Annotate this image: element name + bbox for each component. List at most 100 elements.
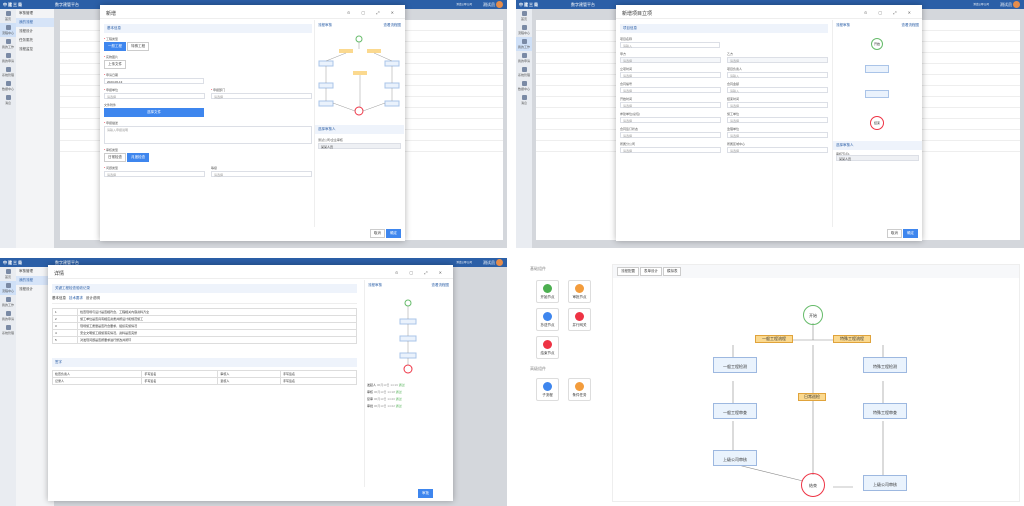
user-name[interactable]: 测试员 [483,260,495,266]
palette-task[interactable]: 条件任务 [568,378,591,401]
mode-monthly[interactable]: 月度检查 [127,153,150,162]
desc-textarea[interactable]: 请输入申报说明 [104,126,312,144]
palette-end[interactable]: 结束节点 [536,336,559,359]
nav-flow[interactable]: 流程中心 [0,281,16,295]
palette-cc[interactable]: 抄送节点 [536,308,559,331]
approve-button[interactable]: 审批 [418,489,433,498]
upload-button[interactable]: 上传文件 [104,60,126,69]
nav-home[interactable]: 首页 [516,9,532,23]
designer-canvas[interactable]: 流程配置 表单设计 模拟表 开始 一般工程流程 特殊工程流程 日常巡检 一般工程… [612,264,1020,502]
avatar[interactable] [1013,1,1020,8]
sign-field[interactable]: 手写签名 [141,370,219,378]
submenu-item[interactable]: 我的流程 [16,18,54,27]
brand-logo: 中建三局 [3,2,23,7]
select-file-button[interactable]: 选择文件 [104,108,204,117]
unit-select[interactable]: 请选择 [104,93,205,99]
form-label: 监理单位 [727,127,740,131]
sign-field[interactable]: 手写签名 [279,370,357,378]
org-switch[interactable]: 测试公司/公司 [456,2,472,6]
node-parent-review-right[interactable]: 上级公司审核 [863,475,907,491]
nav-work[interactable]: 我的工作 [0,37,16,51]
nav-sys[interactable]: 系统管理 [0,323,16,337]
tab-flow[interactable]: 流程审核 [318,23,332,27]
node-special-check[interactable]: 特殊工程检测 [863,357,907,373]
confirm-button[interactable]: 确定 [903,229,918,238]
branch-special[interactable]: 特殊工程流程 [833,335,871,343]
nav-apply[interactable]: 我的申请 [0,309,16,323]
tab-design[interactable]: 设计说明 [86,296,100,300]
nav-home[interactable]: 首页 [0,267,16,281]
table-cell: 3 [52,322,79,330]
palette-approve[interactable]: 审批节点 [568,280,591,303]
node-parent-review-left[interactable]: 上级公司审核 [713,450,757,466]
approver-select[interactable]: 某某人员 [836,155,919,161]
avatar[interactable] [496,1,503,8]
nav-msg[interactable]: 消息 [516,93,532,107]
nav-sys[interactable]: 系统管理 [0,65,16,79]
view-flow-link[interactable]: 查看流程图 [432,283,450,288]
node-special-review[interactable]: 特殊工程审查 [863,403,907,419]
sign-field[interactable]: 手写签名 [279,377,357,385]
nav-work[interactable]: 我的工作 [516,37,532,51]
start-node[interactable]: 开始 [803,305,823,325]
approver-select[interactable]: 某某人员 [318,143,401,149]
submenu-item[interactable]: 任务委托 [16,36,54,45]
flow-pane: 流程审核 查看流程图 发起人 06月13日 14:16 通过 审核 06月13日 … [364,280,452,487]
window-controls[interactable]: ⊙ ▢ ⤢ ✕ [864,10,916,15]
tab-flow[interactable]: 流程审核 [836,23,850,27]
nav-home[interactable]: 首页 [0,9,16,23]
table-cell: 现场施工质量是否符合要求，组织实施情况 [77,322,357,330]
nav-msg[interactable]: 消息 [0,93,16,107]
tab-special[interactable]: 特殊工程 [127,42,150,51]
org-switch[interactable]: 测试公司/公司 [973,2,989,6]
tab-flow[interactable]: 流程审核 [368,283,382,287]
tab-basic[interactable]: 基本信息 [52,296,66,300]
cancel-button[interactable]: 取消 [886,229,902,238]
window-controls[interactable]: ⊙ ▢ ⤢ ✕ [347,10,399,15]
table-cell: 对发现问题是否按要求进行整改并闭环 [77,336,357,344]
branch-daily[interactable]: 日常巡检 [798,393,826,401]
form-field[interactable]: 请选择 [727,147,828,153]
user-name[interactable]: 测试员 [483,2,495,8]
nav-flow[interactable]: 流程中心 [0,23,16,37]
view-flow-link[interactable]: 查看流程图 [384,23,402,28]
section-basic: 基本信息 [104,24,312,33]
confirm-button[interactable]: 确定 [386,229,401,238]
node-general-check[interactable]: 一般工程检测 [713,357,757,373]
nav-flow[interactable]: 流程中心 [516,23,532,37]
org-switch[interactable]: 测试公司/公司 [456,260,472,264]
tab-tech[interactable]: 技术要求 [69,296,83,300]
tab-general[interactable]: 一般工程 [104,42,126,51]
palette-gateway[interactable]: 并行网关 [568,308,591,331]
palette-start[interactable]: 开始节点 [536,280,559,303]
nav-apply[interactable]: 我的申请 [516,51,532,65]
window-controls[interactable]: ⊙ ▢ ⤢ ✕ [395,270,447,275]
node-general-review[interactable]: 一般工程审查 [713,403,757,419]
avatar[interactable] [496,259,503,266]
nav-data[interactable]: 数据中心 [516,79,532,93]
nav-apply[interactable]: 我的申请 [0,51,16,65]
sidebar: 首页 流程中心 我的工作 我的申请 系统管理 数据中心 消息 [516,9,532,248]
view-flow-link[interactable]: 查看流程图 [902,23,920,28]
submenu-item[interactable]: 审核管理 [16,9,54,18]
dept-select[interactable]: 请选择 [211,93,312,99]
branch-general[interactable]: 一般工程流程 [755,335,793,343]
nav-work[interactable]: 我的工作 [0,295,16,309]
end-node[interactable]: 结束 [801,473,825,497]
submenu-item[interactable]: 流程监控 [16,45,54,54]
sign-field[interactable]: 手写签名 [141,377,219,385]
brand-logo: 中建三局 [3,260,23,265]
nav-sys[interactable]: 系统管理 [516,65,532,79]
ptype-select[interactable]: 请选择 [104,171,205,177]
label-date: * 申请日期 [104,73,119,77]
nav-data[interactable]: 数据中心 [0,79,16,93]
user-name[interactable]: 测试员 [1000,2,1012,8]
form-label: 结束时间 [727,97,740,101]
cancel-button[interactable]: 取消 [369,229,385,238]
level-select[interactable]: 请选择 [211,171,312,177]
submenu-item[interactable]: 流程设计 [16,27,54,36]
form-field[interactable]: 请选择 [620,147,721,153]
app-title: 数字建管平台 [55,2,79,7]
mode-daily[interactable]: 日常检查 [104,153,126,162]
palette-subflow[interactable]: 子流程 [536,378,559,401]
